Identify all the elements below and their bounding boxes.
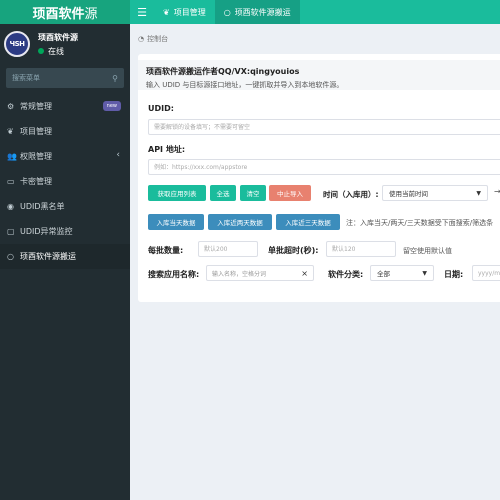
time-label: 时间（入库用）: bbox=[323, 190, 379, 199]
stop-import-button[interactable]: 中止导入 bbox=[269, 185, 311, 201]
avatar: ЧSH bbox=[4, 31, 30, 57]
chevron-left-icon: ‹ bbox=[116, 150, 120, 160]
batch-size-label: 每批数量: bbox=[148, 246, 184, 255]
monitor-icon: ▢ bbox=[7, 227, 15, 236]
sidebar-item-general[interactable]: ⚙ 常规管理 new bbox=[0, 94, 130, 119]
circle-icon: ○ bbox=[223, 7, 231, 17]
sidebar-item-projects[interactable]: ❦ 项目管理 bbox=[0, 119, 130, 144]
time-select-value: 使用当前时间 bbox=[389, 190, 428, 198]
sidebar-item-label: 常规管理 bbox=[20, 102, 52, 111]
user-info: 顼酉软件源 在线 bbox=[38, 32, 78, 57]
tab-label: 项目管理 bbox=[173, 7, 206, 17]
sidebar-item-udid-blacklist[interactable]: ◉ UDID黑名单 bbox=[0, 194, 130, 219]
date-label: 日期: bbox=[444, 270, 464, 279]
time-select[interactable]: 使用当前时间 ▼ bbox=[382, 185, 488, 201]
category-select-value: 全部 bbox=[377, 270, 390, 278]
sidebar-item-label: 权限管理 bbox=[20, 152, 52, 161]
gears-icon: ⚙ bbox=[7, 102, 15, 111]
sidebar-item-label: 顼酉软件源搬运 bbox=[20, 252, 76, 261]
sidebar-item-udid-monitor[interactable]: ▢ UDID异常监控 bbox=[0, 219, 130, 244]
leaf-icon: ❦ bbox=[163, 7, 170, 17]
breadcrumb-label[interactable]: 控制台 bbox=[147, 34, 168, 44]
tab-source-transfer[interactable]: ○ 顼酉软件源搬运 bbox=[214, 0, 300, 24]
date-input[interactable] bbox=[472, 265, 500, 281]
batch-note: 注：入库当天/两天/三天数据受下面搜索/筛选条 bbox=[346, 219, 494, 227]
breadcrumb: ◔ 控制台 bbox=[138, 34, 168, 44]
sidebar-item-label: UDID黑名单 bbox=[20, 202, 65, 211]
circle-icon: ○ bbox=[7, 252, 14, 261]
search-app-placeholder: 输入名称，空格分词 bbox=[212, 270, 267, 278]
online-status-icon bbox=[38, 48, 44, 54]
timeout-input[interactable] bbox=[326, 241, 396, 257]
sidebar-search-input[interactable] bbox=[12, 74, 113, 82]
tab-label: 顼酉软件源搬运 bbox=[234, 7, 291, 17]
sidebar-item-cards[interactable]: ▭ 卡密管理 bbox=[0, 169, 130, 194]
import-two-days-button[interactable]: 入库近两天数据 bbox=[208, 214, 272, 230]
notice-text: 输入 UDID 与目标源接口地址，一键抓取并导入到本地软件源。 bbox=[146, 81, 344, 89]
tab-project-management[interactable]: ❦ 项目管理 bbox=[154, 0, 215, 24]
udid-label: UDID: bbox=[148, 104, 174, 113]
fetch-app-list-button[interactable]: 获取应用列表 bbox=[148, 185, 206, 201]
caret-down-icon: ▼ bbox=[476, 189, 481, 197]
group-icon: 👥 bbox=[7, 152, 17, 161]
search-app-label: 搜索应用名称: bbox=[148, 270, 200, 279]
category-label: 软件分类: bbox=[328, 270, 364, 279]
sidebar-item-label: UDID异常监控 bbox=[20, 227, 73, 236]
api-input[interactable] bbox=[148, 159, 500, 175]
category-select[interactable]: 全部 ▼ bbox=[370, 265, 434, 281]
clear-button[interactable]: 清空 bbox=[240, 185, 266, 201]
user-panel: ЧSH 顼酉软件源 在线 bbox=[0, 24, 130, 64]
search-icon[interactable]: ⚲ bbox=[112, 74, 118, 83]
default-note: 留空使用默认值 bbox=[403, 247, 452, 255]
api-label: API 地址: bbox=[148, 145, 186, 154]
main-panel: 顼酉软件源搬运作者QQ/VX:qingyouios 输入 UDID 与目标源接口… bbox=[138, 54, 500, 302]
import-today-button[interactable]: 入库当天数据 bbox=[148, 214, 204, 230]
top-navbar: ☰ ❦ 项目管理 ○ 顼酉软件源搬运 bbox=[130, 0, 500, 24]
udid-input[interactable] bbox=[148, 119, 500, 135]
sidebar: ЧSH 顼酉软件源 在线 ⚲ ⚙ 常规管理 new ❦ 项目管理 👥 权限管理 … bbox=[0, 24, 130, 500]
sidebar-item-source-transfer[interactable]: ○ 顼酉软件源搬运 bbox=[0, 244, 130, 269]
notice-title: 顼酉软件源搬运作者QQ/VX:qingyouios bbox=[146, 67, 300, 76]
arrow-right-icon[interactable]: → bbox=[494, 187, 500, 196]
user-circle-icon: ◉ bbox=[7, 202, 14, 211]
app-logo: 顼酉软件源 bbox=[0, 0, 130, 24]
select-all-button[interactable]: 全选 bbox=[210, 185, 236, 201]
clear-icon[interactable]: × bbox=[301, 269, 308, 278]
sidebar-item-label: 卡密管理 bbox=[20, 177, 52, 186]
search-app-field[interactable]: 输入名称，空格分词 × bbox=[206, 265, 314, 281]
new-badge: new bbox=[102, 101, 121, 111]
logo-text: 顼酉软件 bbox=[32, 6, 85, 22]
card-icon: ▭ bbox=[7, 177, 15, 186]
bars-icon[interactable]: ☰ bbox=[130, 0, 154, 24]
batch-size-input[interactable] bbox=[198, 241, 258, 257]
sidebar-item-permissions[interactable]: 👥 权限管理 ‹ bbox=[0, 144, 130, 169]
sidebar-item-label: 项目管理 bbox=[20, 127, 52, 136]
notice-box: 顼酉软件源搬运作者QQ/VX:qingyouios 输入 UDID 与目标源接口… bbox=[138, 60, 500, 90]
caret-down-icon: ▼ bbox=[422, 269, 427, 277]
timeout-label: 单批超时(秒): bbox=[268, 246, 319, 255]
leaf-icon: ❦ bbox=[7, 127, 14, 136]
user-status: 在线 bbox=[38, 46, 78, 57]
dashboard-icon: ◔ bbox=[138, 35, 145, 43]
status-text: 在线 bbox=[48, 46, 64, 56]
logo-text-suffix: 源 bbox=[84, 6, 98, 22]
user-name: 顼酉软件源 bbox=[38, 32, 78, 42]
import-three-days-button[interactable]: 入库近三天数据 bbox=[276, 214, 340, 230]
sidebar-search: ⚲ bbox=[6, 68, 124, 88]
